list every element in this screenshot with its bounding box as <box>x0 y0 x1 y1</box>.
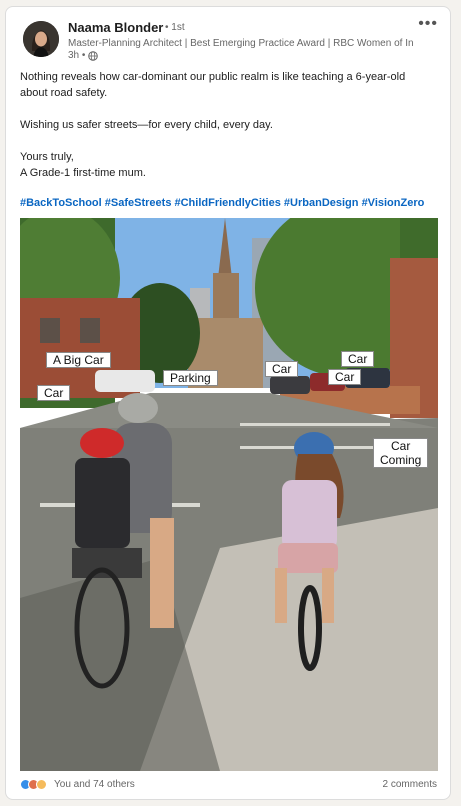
post-text-line: Nothing reveals how car-dominant our pub… <box>20 71 406 83</box>
more-options-button[interactable]: ••• <box>418 15 438 33</box>
hashtag-link[interactable]: #VisionZero <box>362 197 425 209</box>
post-time: 3h • <box>68 50 86 61</box>
image-label-line: Car <box>391 439 411 453</box>
image-label-car: Car <box>328 369 362 385</box>
post-photo[interactable]: A Big Car Car Parking Car Car Car Car Co… <box>20 218 438 771</box>
reaction-icons <box>20 779 47 790</box>
post-text-line: Wishing us safer streets—for every child… <box>20 119 273 131</box>
image-label-parking: Parking <box>163 370 218 386</box>
hashtag-link[interactable]: #UrbanDesign <box>284 197 359 209</box>
author-name[interactable]: Naama Blonder <box>68 20 163 35</box>
image-label-car: Car <box>37 385 71 401</box>
author-avatar[interactable] <box>23 21 59 57</box>
post-text-line: about road safety. <box>20 87 108 99</box>
post-text-line: A Grade-1 first-time mum. <box>20 167 146 179</box>
street-scene-illustration <box>20 218 438 771</box>
image-label-car: Car <box>265 361 299 377</box>
hashtag-link[interactable]: #SafeStreets <box>105 197 172 209</box>
hashtag-link[interactable]: #BackToSchool <box>20 197 102 209</box>
feed-post-card: Naama Blonder • 1st Master-Planning Arch… <box>5 6 451 800</box>
image-label-car: Car <box>341 351 375 367</box>
reactions-count[interactable]: You and 74 others <box>54 779 135 790</box>
connection-degree: • 1st <box>165 22 185 33</box>
post-body: Nothing reveals how car-dominant our pub… <box>20 69 440 181</box>
image-label-line: Coming <box>380 453 422 467</box>
post-meta: 3h • <box>68 50 99 61</box>
reactions-summary[interactable]: You and 74 others <box>20 779 135 790</box>
hashtag-link[interactable]: #ChildFriendlyCities <box>175 197 281 209</box>
hashtag-list: #BackToSchool #SafeStreets #ChildFriendl… <box>20 197 440 209</box>
comments-count-link[interactable]: 2 comments <box>383 779 437 790</box>
ellipsis-icon: ••• <box>418 15 438 32</box>
image-label-big-car: A Big Car <box>46 352 111 368</box>
insightful-icon <box>36 779 47 790</box>
globe-icon <box>88 50 99 61</box>
image-label-car-coming: Car Coming <box>373 438 429 468</box>
post-text-line: Yours truly, <box>20 151 74 163</box>
author-headline: Master-Planning Architect | Best Emergin… <box>68 38 413 49</box>
